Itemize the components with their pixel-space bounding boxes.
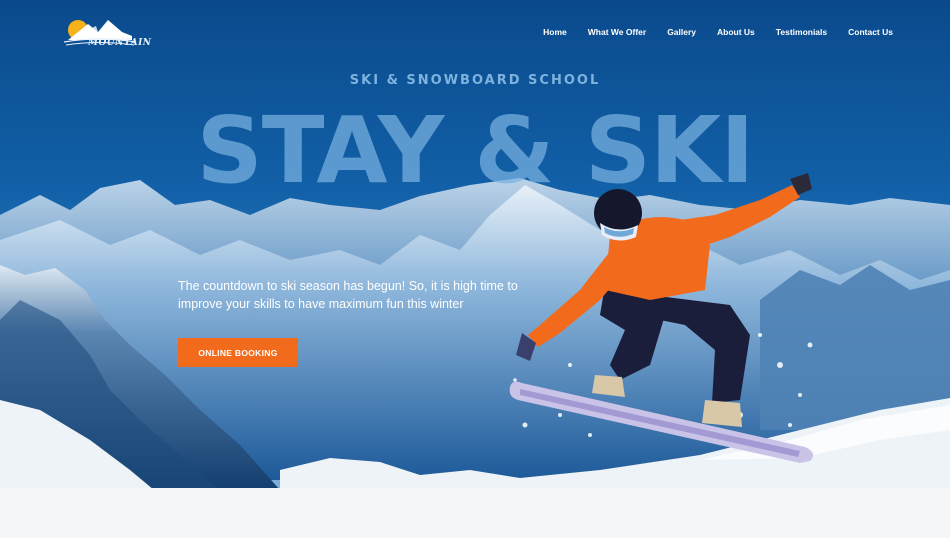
snowboarder-image <box>509 173 814 463</box>
nav-item-contact-us[interactable]: Contact Us <box>848 27 893 37</box>
hero-section: MOUNTAIN Home What We Offer Gallery Abou… <box>0 0 950 538</box>
online-booking-button[interactable]: ONLINE BOOKING <box>178 338 298 367</box>
nav-item-gallery[interactable]: Gallery <box>667 27 696 37</box>
nav-item-home[interactable]: Home <box>543 27 567 37</box>
hero-tagline: The countdown to ski season has begun! S… <box>178 279 518 311</box>
nav-item-about-us[interactable]: About Us <box>717 27 755 37</box>
nav-item-what-we-offer[interactable]: What We Offer <box>588 27 646 37</box>
nav-item-testimonials[interactable]: Testimonials <box>776 27 827 37</box>
logo-text: MOUNTAIN <box>88 38 152 48</box>
snow-floor <box>0 488 950 538</box>
main-nav: Home What We Offer Gallery About Us Test… <box>543 27 893 37</box>
hero-subtitle: SKI & SNOWBOARD SCHOOL <box>349 73 601 88</box>
